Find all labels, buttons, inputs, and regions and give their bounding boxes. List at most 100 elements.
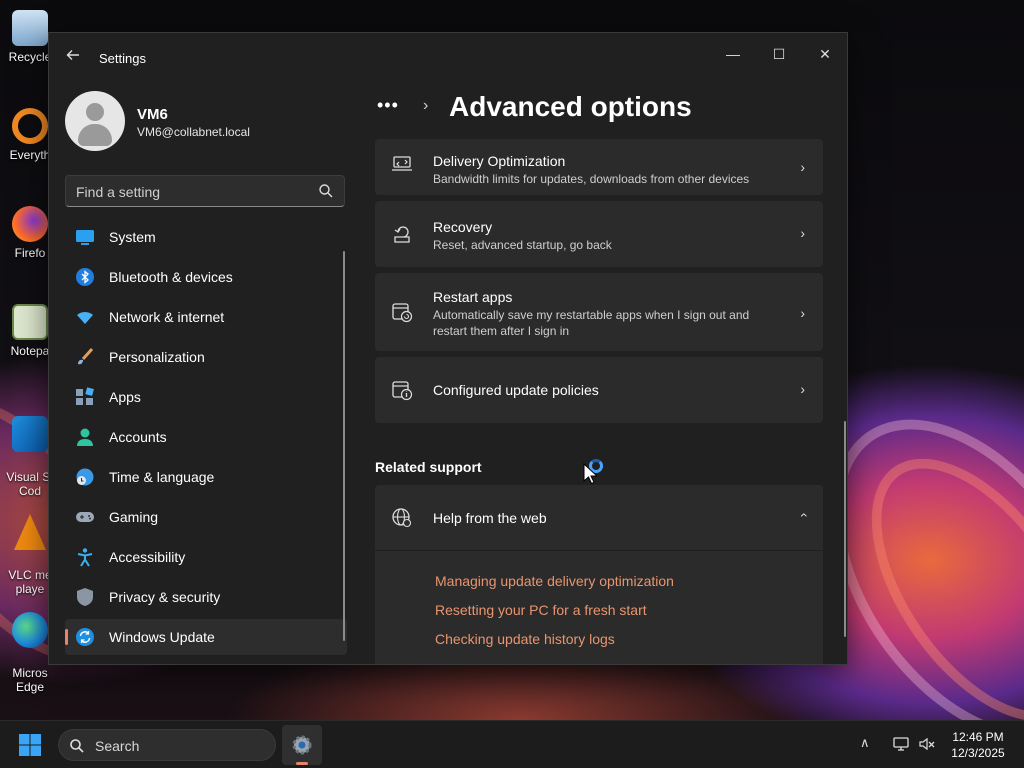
configured-update-policies-card[interactable]: Configured update policies › <box>375 357 823 423</box>
delivery-optimization-icon <box>392 156 412 171</box>
sidebar-item-label: Accessibility <box>109 549 186 565</box>
sidebar-item-label: System <box>109 229 156 245</box>
find-setting-search[interactable] <box>65 175 345 207</box>
system-clock[interactable]: 12:46 PM 12/3/2025 <box>944 729 1012 761</box>
recovery-card[interactable]: Recovery Reset, advanced startup, go bac… <box>375 201 823 267</box>
show-hidden-icons-button[interactable]: ∧ <box>860 735 870 751</box>
accessibility-icon <box>75 547 95 567</box>
delivery-optimization-card[interactable]: Delivery Optimization Bandwidth limits f… <box>375 139 823 195</box>
help-links-list: Managing update delivery optimization Re… <box>435 571 674 658</box>
sidebar-item-label: Personalization <box>109 349 205 365</box>
restart-apps-card[interactable]: Restart apps Automatically save my resta… <box>375 273 823 351</box>
vlc-icon <box>14 514 46 550</box>
clock-date: 12/3/2025 <box>951 746 1005 760</box>
recycle-bin-icon <box>12 10 48 46</box>
taskbar-settings-app[interactable] <box>282 725 322 765</box>
brush-icon <box>75 347 95 367</box>
taskbar-search-box[interactable]: Search <box>58 729 276 761</box>
firefox-icon <box>12 206 48 242</box>
sidebar-nav: System Bluetooth & devices Network & int… <box>65 219 347 659</box>
windows-start-icon[interactable] <box>18 733 42 757</box>
app-title: Settings <box>99 51 146 66</box>
card-description: Automatically save my restartable apps w… <box>433 308 750 338</box>
chevron-right-icon: › <box>800 305 805 321</box>
sidebar-item-label: Time & language <box>109 469 215 485</box>
volume-muted-icon[interactable] <box>918 735 936 753</box>
sidebar-item-accounts[interactable]: Accounts <box>65 419 347 455</box>
chevron-up-icon[interactable]: › <box>795 513 811 518</box>
sidebar-item-label: Accounts <box>109 429 167 445</box>
card-title: Recovery <box>433 219 493 235</box>
sidebar-item-bluetooth[interactable]: Bluetooth & devices <box>65 259 347 295</box>
back-arrow-icon <box>66 50 79 60</box>
network-icon[interactable] <box>892 735 910 753</box>
chevron-right-icon: › <box>800 381 805 397</box>
avatar[interactable] <box>65 91 125 151</box>
bluetooth-icon <box>75 267 95 287</box>
sidebar-item-accessibility[interactable]: Accessibility <box>65 539 347 575</box>
card-description: Reset, advanced startup, go back <box>433 238 612 252</box>
minimize-button[interactable]: — <box>711 39 755 71</box>
globe-icon <box>392 508 412 528</box>
content-scrollbar[interactable] <box>844 421 846 637</box>
close-button[interactable]: ✕ <box>803 39 847 71</box>
maximize-button[interactable]: ☐ <box>757 39 801 71</box>
taskbar-search-label: Search <box>95 738 140 754</box>
title-bar[interactable]: Settings — ☐ ✕ <box>49 33 847 81</box>
help-from-web-card: Help from the web › Managing update deli… <box>375 485 823 664</box>
sidebar-item-system[interactable]: System <box>65 219 347 255</box>
profile-name: VM6 <box>137 106 168 123</box>
sidebar-item-label: Windows Update <box>109 629 215 645</box>
taskbar: Search ∧ 12:46 PM 12/3/2025 <box>0 720 1024 768</box>
search-input[interactable] <box>76 182 306 202</box>
edge-icon <box>12 612 48 648</box>
sidebar-item-personalization[interactable]: Personalization <box>65 339 347 375</box>
card-description: Bandwidth limits for updates, downloads … <box>433 172 750 186</box>
notepad-icon <box>12 304 48 340</box>
search-icon[interactable] <box>318 183 334 199</box>
related-support-heading: Related support <box>375 459 482 475</box>
help-from-web-title: Help from the web <box>433 510 547 526</box>
apps-icon <box>75 387 95 407</box>
sidebar-item-label: Privacy & security <box>109 589 221 605</box>
globe-clock-icon <box>75 467 95 487</box>
page-title: Advanced options <box>449 91 692 122</box>
clock-time: 12:46 PM <box>952 730 1004 744</box>
active-app-indicator <box>296 762 308 765</box>
breadcrumb-separator: › <box>423 97 429 114</box>
search-icon <box>70 739 84 753</box>
gear-icon <box>292 735 312 755</box>
help-link[interactable]: Resetting your PC for a fresh start <box>435 600 674 629</box>
chevron-right-icon: › <box>800 225 805 241</box>
update-policies-icon <box>392 381 413 401</box>
sidebar-item-privacy-security[interactable]: Privacy & security <box>65 579 347 615</box>
card-title: Configured update policies <box>433 382 599 398</box>
help-from-web-header[interactable]: Help from the web › <box>375 485 823 551</box>
vscode-icon <box>12 416 48 452</box>
shield-icon <box>75 587 95 607</box>
sidebar-item-label: Network & internet <box>109 309 225 325</box>
sidebar-item-apps[interactable]: Apps <box>65 379 347 415</box>
sidebar-item-windows-update[interactable]: Windows Update <box>65 619 347 655</box>
desktop-icon-label: Recycle <box>8 50 52 64</box>
desktop-icon-label: Visual St Cod <box>6 470 53 498</box>
sidebar-scrollbar[interactable] <box>343 251 345 641</box>
sidebar-item-label: Apps <box>109 389 141 405</box>
help-link[interactable]: Managing update delivery optimization <box>435 571 674 600</box>
desktop-icon-label: Firefo <box>14 246 46 260</box>
desktop-icon-label: Micros Edge <box>12 666 48 694</box>
sidebar-item-gaming[interactable]: Gaming <box>65 499 347 535</box>
breadcrumb-more-button[interactable]: ••• <box>377 95 399 116</box>
mouse-cursor-icon <box>583 463 597 485</box>
help-link[interactable]: Checking update history logs <box>435 629 674 658</box>
card-title: Restart apps <box>433 289 513 305</box>
everything-app-icon <box>12 108 48 144</box>
person-icon <box>75 427 95 447</box>
desktop-icon-label: VLC me playe <box>8 568 52 596</box>
restart-apps-icon <box>392 303 413 323</box>
sidebar-item-network[interactable]: Network & internet <box>65 299 347 335</box>
system-icon <box>75 227 95 247</box>
sidebar-item-time-language[interactable]: Time & language <box>65 459 347 495</box>
back-button[interactable] <box>63 47 83 67</box>
card-title: Delivery Optimization <box>433 153 566 169</box>
